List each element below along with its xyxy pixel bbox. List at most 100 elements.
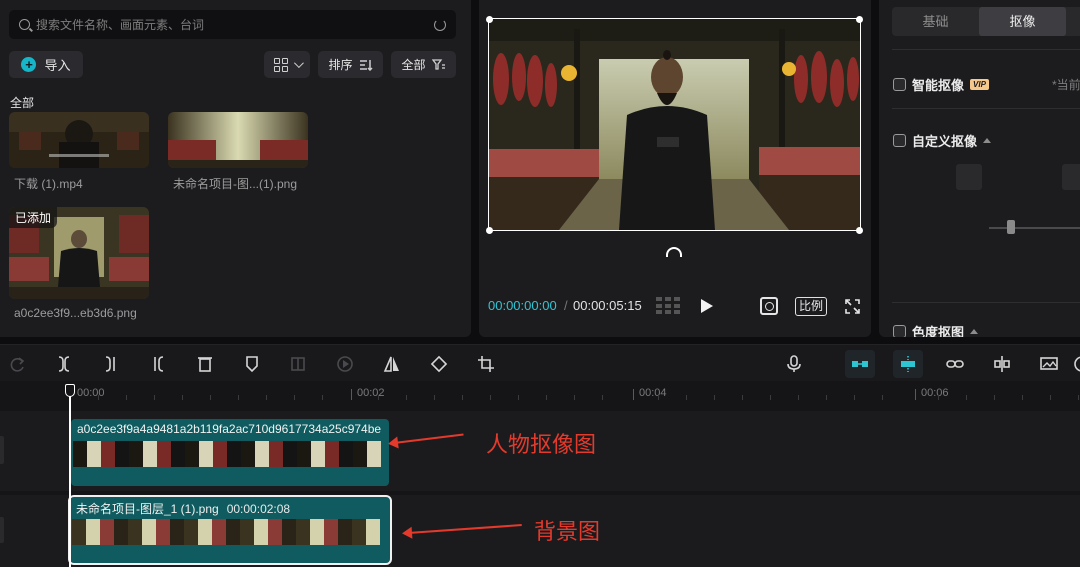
tick-minor (238, 395, 239, 400)
time-ruler[interactable]: 00:00 00:02 00:04 00:06 (0, 381, 1080, 403)
clip-frame (325, 441, 339, 467)
media-search-bar[interactable] (9, 10, 456, 39)
media-thumb-video[interactable] (9, 112, 149, 168)
clip-frame (255, 441, 269, 467)
tick-minor (322, 395, 323, 400)
tick-major (915, 389, 916, 400)
chroma-key-row[interactable]: 色度抠图 (893, 322, 979, 337)
chroma-key-checkbox[interactable] (893, 325, 906, 337)
grid-view-icon (273, 57, 288, 72)
filter-button[interactable]: 全部 (391, 51, 456, 78)
clip-frame (73, 441, 87, 467)
preview-canvas[interactable] (488, 18, 861, 231)
thumbnail-zoom-icon[interactable] (1039, 354, 1059, 374)
rotate-icon[interactable] (429, 354, 449, 374)
media-thumb-person[interactable]: 已添加 (9, 207, 149, 299)
rotate-handle[interactable] (666, 247, 682, 257)
collapse-icon[interactable] (970, 329, 979, 334)
brush-size-slider-track[interactable] (989, 227, 1080, 229)
clip-frame (311, 441, 325, 467)
tick-minor (1078, 395, 1079, 400)
marker-icon[interactable] (242, 354, 262, 374)
clip-frame (227, 441, 241, 467)
divider (892, 108, 1080, 109)
clip-frame (353, 441, 367, 467)
import-button[interactable]: + 导入 (9, 51, 83, 78)
ratio-button[interactable]: 比例 (795, 297, 828, 316)
split-right-icon[interactable] (148, 354, 168, 374)
smart-cutout-checkbox[interactable] (893, 78, 906, 91)
preview-image (489, 19, 860, 230)
media-thumb-background[interactable] (168, 112, 308, 168)
total-time: 00:00:05:15 (573, 298, 642, 313)
tick-minor (602, 395, 603, 400)
microphone-icon[interactable] (784, 354, 804, 374)
clip-frame (212, 519, 226, 545)
sort-button[interactable]: 排序 (318, 51, 383, 78)
media-search-input[interactable] (36, 17, 434, 32)
tick-minor (966, 395, 967, 400)
smart-cutout-row[interactable]: 智能抠像 VIP (893, 75, 989, 94)
resize-handle-top-left[interactable] (486, 16, 493, 23)
crop-icon[interactable] (476, 354, 496, 374)
tick-label: 00:00 (77, 387, 105, 399)
refresh-icon[interactable] (434, 18, 446, 31)
play-icon[interactable] (701, 299, 713, 313)
tick-minor (378, 395, 379, 400)
collapse-icon[interactable] (983, 138, 992, 143)
zoom-fit-icon[interactable] (760, 297, 778, 315)
clip-background[interactable]: 未命名项目-图层_1 (1).png 00:00:02:08 (68, 495, 392, 565)
clip-frame (241, 441, 255, 467)
resize-handle-bottom-right[interactable] (856, 227, 863, 234)
clip-title: 未命名项目-图层_1 (1).png 00:00:02:08 (76, 500, 290, 517)
clip-frame (86, 519, 100, 545)
clip-name: 未命名项目-图层_1 (1).png (76, 502, 219, 516)
clip-frame (283, 441, 297, 467)
clip-title: a0c2ee3f9a4a9481a2b119fa2ac710d9617734a2… (77, 422, 382, 436)
freeze-frame-icon[interactable] (288, 354, 308, 374)
tick-minor (98, 395, 99, 400)
current-time: 00:00:00:00 (488, 298, 557, 313)
tick-label: 00:04 (639, 387, 667, 399)
resize-handle-bottom-left[interactable] (486, 227, 493, 234)
track-handle[interactable] (0, 436, 4, 464)
track-handle[interactable] (0, 517, 4, 543)
brush-tool-box[interactable] (956, 164, 982, 190)
clip-frame (213, 441, 227, 467)
tick-minor (770, 395, 771, 400)
clip-frame (352, 519, 366, 545)
tick-major (351, 389, 352, 400)
clip-frame (339, 441, 353, 467)
preview-axis-icon[interactable] (992, 354, 1012, 374)
split-icon[interactable] (54, 354, 74, 374)
custom-cutout-checkbox[interactable] (893, 134, 906, 147)
video-thumbnail-image (9, 112, 149, 168)
custom-cutout-row[interactable]: 自定义抠像 (893, 131, 992, 150)
clip-frame (171, 441, 185, 467)
reverse-icon[interactable] (335, 354, 355, 374)
mirror-icon[interactable] (382, 354, 402, 374)
tab-basic[interactable]: 基础 (892, 7, 979, 36)
delete-icon[interactable] (195, 354, 215, 374)
tick-minor (490, 395, 491, 400)
tick-minor (1022, 395, 1023, 400)
audio-waveform-icon[interactable] (656, 297, 682, 315)
view-mode-button[interactable] (264, 51, 310, 78)
eraser-tool-box[interactable] (1062, 164, 1080, 190)
brush-size-slider-knob[interactable] (1007, 220, 1015, 234)
redo-icon[interactable] (8, 354, 28, 374)
clip-frame (142, 519, 156, 545)
clip-frame (100, 519, 114, 545)
split-left-icon[interactable] (101, 354, 121, 374)
clip-person[interactable]: a0c2ee3f9a4a9481a2b119fa2ac710d9617734a2… (71, 419, 389, 486)
tab-cutout[interactable]: 抠像 (979, 7, 1066, 36)
clip-frame (143, 441, 157, 467)
more-icon[interactable] (1072, 354, 1080, 374)
timeline[interactable]: 00:00 00:02 00:04 00:06 a0c2ee3f9a4a9481… (0, 381, 1080, 567)
playhead-handle[interactable] (65, 384, 75, 397)
playhead-line[interactable] (69, 384, 71, 567)
fullscreen-icon[interactable] (845, 299, 860, 314)
tick-label: 00:02 (357, 387, 385, 399)
link-icon[interactable] (945, 354, 965, 374)
resize-handle-top-right[interactable] (856, 16, 863, 23)
